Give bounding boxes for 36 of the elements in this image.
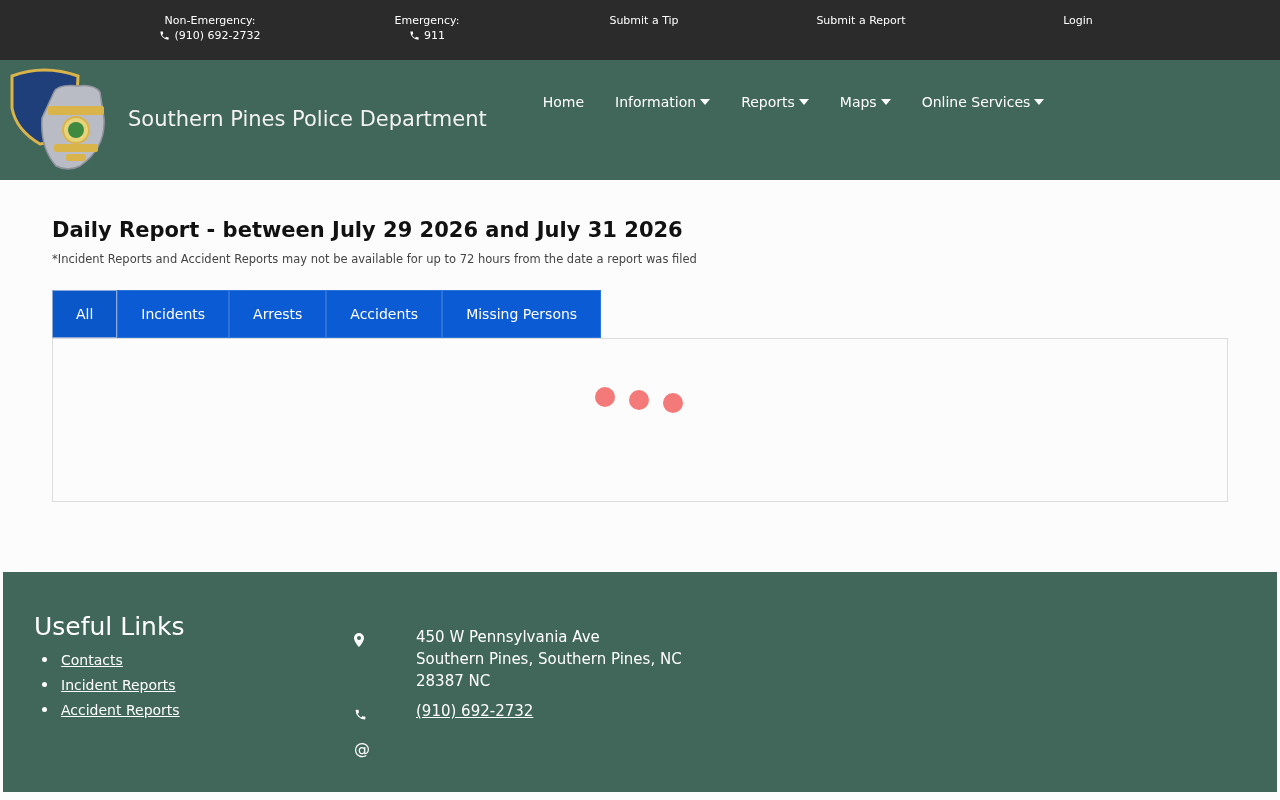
footer-link[interactable]: Contacts	[61, 651, 123, 668]
contact-label: Non-Emergency:	[164, 14, 256, 27]
site-title: Southern Pines Police Department	[128, 107, 487, 131]
bullet-icon	[42, 682, 47, 687]
nav-link[interactable]: Information	[615, 94, 711, 110]
report-heading: Daily Report - between July 29 2026 and July 31 2026	[52, 218, 684, 242]
address-line: Southern Pines, Southern Pines, NC	[416, 649, 682, 670]
bullet-icon	[42, 707, 47, 712]
nav-link[interactable]: Reports	[741, 94, 809, 110]
phone-icon	[409, 30, 420, 41]
availability-note: *Incident Reports and Accident Reports may not be available for up to 72 hours from the date a report was filed	[52, 252, 698, 266]
address-line: 28387 NC	[416, 671, 492, 692]
footer-link[interactable]: Incident Reports	[61, 676, 176, 693]
footer-heading: Useful Links	[34, 612, 186, 641]
report-tab[interactable]: Arrests	[229, 290, 327, 338]
phone-icon	[159, 30, 171, 41]
footer-link[interactable]: Accident Reports	[61, 701, 180, 718]
bullet-icon	[42, 657, 47, 662]
phone-number: 911	[409, 29, 445, 42]
address-line: 450 W Pennsylvania Ave	[416, 627, 601, 648]
top-link[interactable]: Submit a Report	[816, 14, 906, 27]
contact-label: Emergency:	[394, 14, 460, 27]
nav-link[interactable]: Home	[542, 94, 585, 110]
top-link[interactable]: Submit a Tip	[609, 14, 679, 27]
email-symbol: @	[354, 739, 370, 758]
report-tab[interactable]: Incidents	[117, 290, 230, 338]
map-pin-icon	[354, 633, 364, 647]
top-link[interactable]: Login	[1063, 14, 1093, 27]
nav-link[interactable]: Online Services	[921, 94, 1045, 110]
report-tab[interactable]: Missing Persons	[442, 290, 602, 338]
report-tab[interactable]: Accidents	[326, 290, 443, 338]
phone-link[interactable]: (910) 692-2732	[416, 702, 534, 720]
phone-icon	[354, 708, 367, 721]
nav-link[interactable]: Maps	[839, 94, 891, 110]
phone-number: (910) 692-2732	[159, 29, 261, 42]
report-tab[interactable]: All	[52, 290, 118, 338]
